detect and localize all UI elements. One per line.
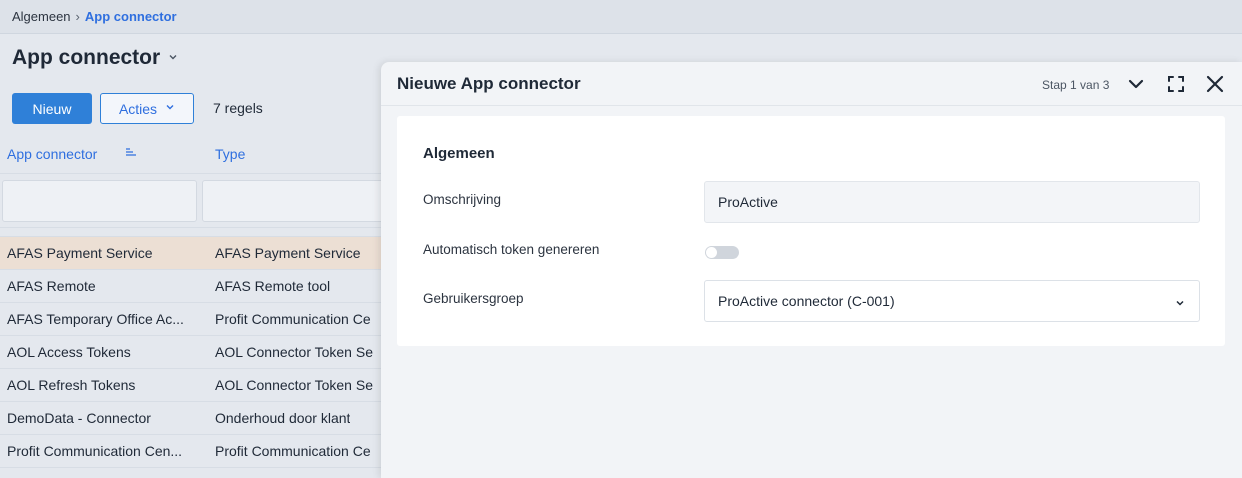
new-button[interactable]: Nieuw	[12, 93, 92, 124]
chevron-down-icon	[165, 102, 175, 115]
new-app-connector-dialog: Nieuwe App connector Stap 1 van 3 Algeme…	[381, 62, 1242, 478]
page-title-text: App connector	[12, 46, 161, 69]
chevron-down-icon	[1175, 295, 1185, 306]
chevron-down-icon	[168, 51, 178, 65]
dialog-title: Nieuwe App connector	[397, 73, 581, 93]
sort-icon[interactable]	[125, 147, 137, 160]
actions-button[interactable]: Acties	[100, 93, 194, 124]
table-row[interactable]: AFAS Temporary Office Ac... Profit Commu…	[0, 303, 390, 336]
chevron-down-icon[interactable]	[1127, 75, 1145, 93]
breadcrumb: Algemeen › App connector	[0, 0, 1242, 34]
column-header-app-connector[interactable]: App connector	[0, 146, 207, 162]
table-body: AFAS Payment Service AFAS Payment Servic…	[0, 236, 390, 468]
general-section-card: Algemeen Omschrijving ProActive Automati…	[397, 116, 1225, 346]
table-header: App connector Type	[0, 134, 390, 174]
filter-type-input[interactable]	[202, 179, 388, 222]
row-count: 7 regels	[213, 100, 263, 116]
description-label: Omschrijving	[423, 192, 502, 207]
filter-row	[0, 174, 390, 228]
auto-token-toggle[interactable]	[705, 246, 739, 259]
auto-token-label: Automatisch token genereren	[423, 242, 600, 257]
actions-button-label: Acties	[118, 100, 158, 117]
table-row[interactable]: AOL Access Tokens AOL Connector Token Se	[0, 336, 390, 369]
description-field[interactable]: ProActive	[704, 181, 1200, 223]
fullscreen-icon[interactable]	[1167, 75, 1185, 93]
toggle-knob	[706, 247, 717, 258]
page-title[interactable]: App connector	[12, 46, 178, 70]
column-header-type[interactable]: Type	[207, 146, 245, 162]
table-row[interactable]: AFAS Payment Service AFAS Payment Servic…	[0, 237, 390, 270]
table-row[interactable]: AFAS Remote AFAS Remote tool	[0, 270, 390, 303]
breadcrumb-parent[interactable]: Algemeen	[12, 9, 71, 24]
filter-app-connector-input[interactable]	[2, 179, 198, 222]
breadcrumb-current[interactable]: App connector	[85, 9, 177, 24]
user-group-label: Gebruikersgroep	[423, 291, 524, 306]
user-group-value: ProActive connector (C-001)	[718, 293, 895, 309]
section-title: Algemeen	[423, 145, 495, 162]
table-row[interactable]: Profit Communication Cen... Profit Commu…	[0, 435, 390, 468]
connector-table: App connector Type AFAS Payment Service …	[0, 134, 390, 468]
step-indicator: Stap 1 van 3	[1042, 78, 1110, 92]
user-group-select[interactable]: ProActive connector (C-001)	[704, 280, 1200, 322]
table-row[interactable]: DemoData - Connector Onderhoud door klan…	[0, 402, 390, 435]
table-row[interactable]: AOL Refresh Tokens AOL Connector Token S…	[0, 369, 390, 402]
breadcrumb-separator: ›	[75, 9, 80, 24]
dialog-header: Nieuwe App connector	[381, 62, 1242, 106]
close-icon[interactable]	[1205, 74, 1225, 94]
